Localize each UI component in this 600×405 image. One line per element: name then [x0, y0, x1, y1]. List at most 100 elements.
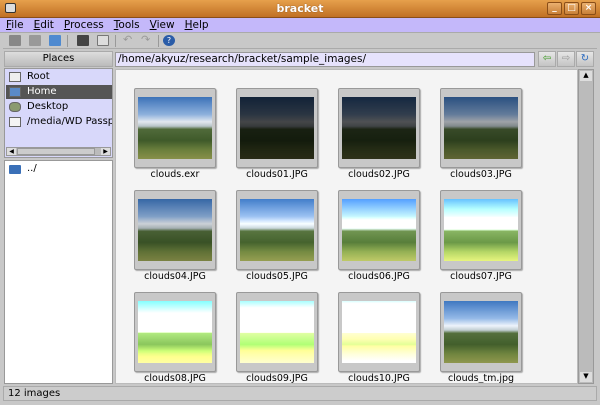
window-title: bracket [276, 2, 324, 15]
stack-icon[interactable] [97, 35, 109, 46]
thumbnail-item[interactable]: clouds04.JPG [134, 190, 216, 282]
thumbnail-frame [134, 292, 216, 372]
place-desktop[interactable]: Desktop [6, 100, 112, 114]
thumbnail-item[interactable]: clouds10.JPG [338, 292, 420, 383]
thumbnail-image [240, 301, 314, 363]
thumbnail-frame [134, 190, 216, 270]
save-icon[interactable] [29, 35, 41, 46]
forward-button[interactable]: ⇨ [557, 51, 575, 67]
redo-icon[interactable]: ↷ [141, 34, 153, 46]
thumbnail-frame [236, 88, 318, 168]
thumbnail-image [342, 199, 416, 261]
thumbnail-item[interactable]: clouds_tm.jpg [440, 292, 522, 383]
thumbnail-label: clouds02.JPG [348, 169, 410, 180]
thumbnail-frame [440, 88, 522, 168]
menu-tools[interactable]: Tools [110, 18, 144, 31]
menu-file[interactable]: File [2, 18, 28, 31]
toolbar-separator [115, 35, 116, 47]
toolbar-separator [158, 35, 159, 47]
thumbnail-item[interactable]: clouds.exr [134, 88, 216, 180]
thumbnail-image [342, 301, 416, 363]
thumbnail-label: clouds01.JPG [246, 169, 308, 180]
place-label: Home [27, 86, 57, 97]
scroll-left-icon[interactable]: ◀ [7, 148, 16, 155]
thumbnail-image [138, 199, 212, 261]
thumbnail-frame [338, 292, 420, 372]
back-button[interactable]: ⇦ [538, 51, 556, 67]
thumbnail-grid: clouds.exr clouds01.JPG clouds02.JPG clouds… [115, 69, 578, 384]
toolbar: ↶ ↷ ? [3, 33, 597, 49]
thumbnail-frame [236, 190, 318, 270]
thumbnail-item[interactable]: clouds02.JPG [338, 88, 420, 180]
scroll-thumb[interactable] [17, 148, 95, 155]
menu-view[interactable]: View [146, 18, 179, 31]
thumbnail-frame [236, 292, 318, 372]
place-media[interactable]: /media/WD Passpo [6, 115, 112, 129]
close-button[interactable]: × [581, 2, 596, 15]
thumbnail-label: clouds03.JPG [450, 169, 512, 180]
scroll-up-icon[interactable]: ▲ [580, 71, 592, 81]
menu-edit[interactable]: Edit [30, 18, 58, 31]
thumbnail-image [444, 301, 518, 363]
maximize-button[interactable]: □ [564, 2, 579, 15]
places-hscrollbar[interactable]: ◀ ▶ [6, 147, 111, 156]
status-bar: 12 images [3, 386, 597, 401]
path-input[interactable]: /home/akyuz/research/bracket/sample_imag… [115, 52, 535, 67]
undo-icon[interactable]: ↶ [123, 34, 135, 46]
thumbnail-frame [338, 190, 420, 270]
thumbnail-frame [134, 88, 216, 168]
dir-name: ../ [27, 163, 37, 174]
thumbnail-label: clouds05.JPG [246, 271, 308, 282]
title-bar: bracket _ □ × [0, 0, 600, 18]
thumbnail-frame [338, 88, 420, 168]
place-label: Root [27, 71, 50, 82]
thumbnail-frame [440, 190, 522, 270]
folder-icon [9, 165, 21, 174]
toolbar-separator [67, 35, 68, 47]
place-home[interactable]: Home [6, 85, 112, 99]
refresh-button[interactable]: ↻ [576, 51, 594, 67]
thumbnail-image [138, 301, 212, 363]
thumbnail-item[interactable]: clouds07.JPG [440, 190, 522, 282]
directory-list: ../ [4, 160, 113, 384]
menu-help[interactable]: Help [181, 18, 213, 31]
desktop-icon [9, 102, 21, 112]
thumbnail-item[interactable]: clouds06.JPG [338, 190, 420, 282]
thumbnail-item[interactable]: clouds01.JPG [236, 88, 318, 180]
thumbnail-image [240, 97, 314, 159]
thumbnail-image [138, 97, 212, 159]
print-icon[interactable] [9, 35, 21, 46]
place-label: Desktop [27, 101, 69, 112]
thumbnail-item[interactable]: clouds05.JPG [236, 190, 318, 282]
open-folder-icon[interactable] [49, 35, 61, 46]
menu-bar: File Edit Process Tools View Help [0, 18, 600, 33]
thumbnail-label: clouds10.JPG [348, 373, 410, 384]
thumbnail-label: clouds07.JPG [450, 271, 512, 282]
thumbnail-item[interactable]: clouds08.JPG [134, 292, 216, 383]
thumbnail-item[interactable]: clouds03.JPG [440, 88, 522, 180]
drive-icon [9, 72, 21, 82]
thumbnail-label: clouds.exr [150, 169, 200, 180]
camera-icon[interactable] [77, 35, 89, 46]
external-drive-icon [9, 117, 21, 127]
thumbnail-frame [440, 292, 522, 372]
thumbnail-label: clouds04.JPG [144, 271, 206, 282]
thumbnail-image [342, 97, 416, 159]
menu-process[interactable]: Process [60, 18, 108, 31]
thumbnail-image [444, 199, 518, 261]
content-vscrollbar[interactable]: ▲ ▼ [578, 69, 594, 384]
home-folder-icon [9, 87, 21, 97]
scroll-right-icon[interactable]: ▶ [101, 148, 110, 155]
scroll-down-icon[interactable]: ▼ [580, 372, 592, 382]
thumbnail-image [240, 199, 314, 261]
thumbnail-label: clouds09.JPG [246, 373, 308, 384]
place-label: /media/WD Passpo [27, 116, 112, 127]
place-root[interactable]: Root [6, 70, 112, 84]
help-icon[interactable]: ? [163, 35, 175, 46]
thumbnail-item[interactable]: clouds09.JPG [236, 292, 318, 383]
places-header: Places [4, 51, 113, 67]
minimize-button[interactable]: _ [547, 2, 562, 15]
places-list: Root Home Desktop /media/WD Passpo ◀ ▶ [4, 68, 113, 158]
thumbnail-image [444, 97, 518, 159]
thumbnail-label: clouds_tm.jpg [447, 373, 515, 384]
